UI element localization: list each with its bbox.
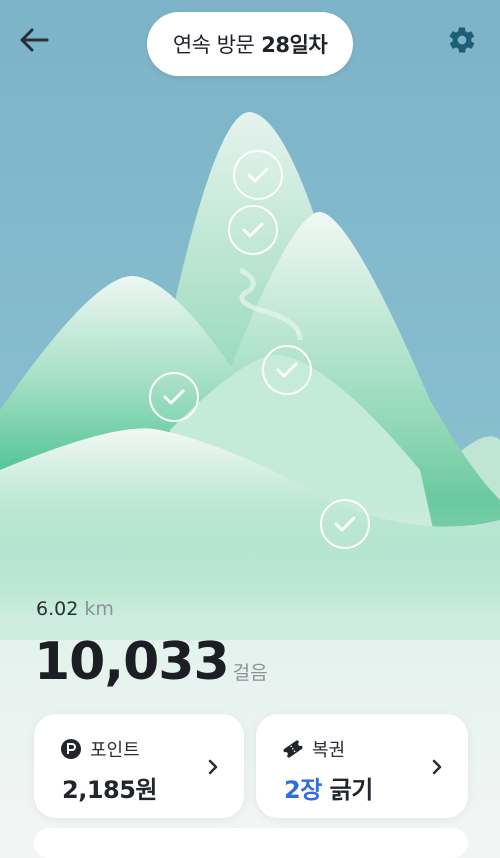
points-title: 포인트 [60, 736, 140, 762]
distance-value: 6.02 [36, 598, 79, 620]
next-card-peek[interactable] [34, 828, 468, 858]
steps-unit: 걸음 [232, 662, 268, 684]
step-count: 10,033 걸음 [34, 632, 268, 692]
points-card[interactable]: 포인트 2,185원 [34, 714, 244, 818]
gear-icon [449, 27, 475, 53]
settings-button[interactable] [441, 20, 483, 60]
chevron-right-icon [204, 758, 222, 776]
back-button[interactable] [14, 22, 54, 58]
check-icon [247, 167, 269, 183]
streak-badge: 연속 방문 28일차 [147, 12, 353, 76]
streak-label: 연속 방문 [172, 33, 255, 57]
lottery-label: 복권 [312, 740, 346, 761]
check-icon [163, 389, 185, 405]
checkpoint-3[interactable] [262, 345, 312, 395]
distance-unit: km [84, 598, 114, 620]
mountain-illustration [0, 0, 500, 838]
lottery-value: 2장 긁기 [284, 770, 373, 805]
check-icon [276, 362, 298, 378]
points-label: 포인트 [90, 740, 140, 761]
lottery-action: 긁기 [329, 776, 374, 804]
steps-value: 10,033 [34, 632, 230, 692]
checkpoint-5[interactable] [320, 499, 370, 549]
check-icon [242, 222, 264, 238]
distance-readout: 6.02 km [36, 598, 114, 620]
chevron-right-icon [428, 758, 446, 776]
points-value: 2,185원 [62, 776, 158, 804]
checkpoint-1[interactable] [233, 150, 283, 200]
streak-days: 28일차 [261, 33, 328, 57]
checkpoint-2[interactable] [228, 205, 278, 255]
arrow-left-icon [20, 28, 49, 52]
point-coin-icon [60, 738, 82, 760]
checkpoint-4[interactable] [149, 372, 199, 422]
lottery-title: 복권 [282, 736, 345, 762]
top-bar: 연속 방문 28일차 [0, 0, 500, 90]
lottery-count: 2장 [284, 776, 322, 804]
check-icon [334, 516, 356, 532]
ticket-icon [282, 738, 304, 760]
lottery-card[interactable]: 복권 2장 긁기 [256, 714, 468, 818]
mountain-scene [0, 0, 500, 838]
